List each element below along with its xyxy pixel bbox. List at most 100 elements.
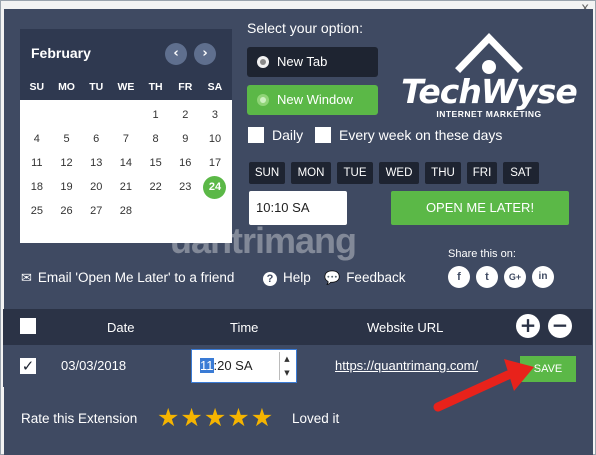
calendar-next-button[interactable]: › xyxy=(194,43,216,65)
calendar-day[interactable]: 3 xyxy=(200,103,230,127)
radio-icon[interactable] xyxy=(257,94,269,106)
help-link[interactable]: ? Help xyxy=(263,270,311,286)
calendar-day[interactable]: 15 xyxy=(141,151,171,175)
calendar-day-number: 3 xyxy=(211,109,219,121)
calendar-day-number: 28 xyxy=(119,205,133,217)
star-icon[interactable]: ★ xyxy=(180,404,202,432)
calendar-day[interactable]: 11 xyxy=(22,151,52,175)
watermark: uantrimang xyxy=(170,220,357,261)
calendar-day[interactable]: 9 xyxy=(170,127,200,151)
google-plus-icon[interactable]: G+ xyxy=(504,266,526,288)
time-spinner[interactable]: ▲ ▼ xyxy=(279,352,294,380)
select-all-checkbox[interactable] xyxy=(20,318,36,334)
calendar-day[interactable]: 25 xyxy=(22,199,52,223)
techwyse-logo: TechWyse INTERNET MARKETING xyxy=(400,28,578,119)
red-arrow-icon xyxy=(433,359,534,412)
calendar-weekday: SA xyxy=(207,81,223,93)
calendar-day[interactable]: 10 xyxy=(200,127,230,151)
calendar-day-number: 16 xyxy=(179,157,192,169)
remove-row-icon[interactable]: − xyxy=(548,314,572,338)
daily-checkbox[interactable] xyxy=(248,127,264,143)
calendar-day[interactable]: 16 xyxy=(170,151,200,175)
calendar-day[interactable]: 6 xyxy=(81,127,111,151)
linkedin-icon[interactable]: in xyxy=(532,266,554,288)
calendar-day[interactable]: 7 xyxy=(111,127,141,151)
weekday-button-fri[interactable]: FRI xyxy=(467,162,497,184)
calendar-day[interactable]: 26 xyxy=(52,199,82,223)
email-friend-label: Email 'Open Me Later' to a friend xyxy=(37,270,235,285)
calendar-day-number: 4 xyxy=(33,133,40,145)
spinner-up-icon[interactable]: ▲ xyxy=(280,352,294,366)
weekday-button-mon[interactable]: MON xyxy=(291,162,331,184)
calendar-day[interactable]: 2 xyxy=(170,103,200,127)
feedback-link[interactable]: 💬 Feedback xyxy=(324,270,405,286)
calendar-day-number: 5 xyxy=(63,133,70,145)
weekday-button-sun[interactable]: SUN xyxy=(249,162,285,184)
add-row-icon[interactable]: + xyxy=(516,314,540,338)
help-label: Help xyxy=(283,270,311,285)
calendar-day-number: 1 xyxy=(152,109,159,121)
star-icon[interactable]: ★ xyxy=(204,404,226,432)
calendar-days-grid: 1 2 3 4 5 6 7 8 9 10 11 12 13 14 15 16 17 18 19 20 21 22 23 24 2… xyxy=(20,103,232,223)
new-tab-option[interactable]: New Tab xyxy=(247,47,378,77)
spinner-down-icon[interactable]: ▼ xyxy=(280,366,294,380)
calendar-weekday: FR xyxy=(178,81,193,93)
time-hour-selected: 11 xyxy=(200,358,214,373)
calendar-day-number: 14 xyxy=(119,157,133,169)
calendar-day-number: 26 xyxy=(60,205,73,217)
star-icon[interactable]: ★ xyxy=(227,404,249,432)
loved-it-label: Loved it xyxy=(292,411,340,426)
email-friend-link[interactable]: ✉ Email 'Open Me Later' to a friend xyxy=(21,270,234,286)
calendar-day[interactable]: 12 xyxy=(52,151,82,175)
calendar-prev-button[interactable]: ‹ xyxy=(165,43,187,65)
calendar-day[interactable]: 20 xyxy=(81,175,111,199)
weekday-button-thu[interactable]: THU xyxy=(425,162,461,184)
time-rest: :20 SA xyxy=(213,358,253,373)
daily-label: Daily xyxy=(272,127,304,143)
calendar-day[interactable]: 14 xyxy=(111,151,141,175)
calendar-day[interactable]: 21 xyxy=(111,175,141,199)
calendar-day-number: 17 xyxy=(208,157,222,169)
row-checkbox[interactable]: ✓ xyxy=(20,358,36,374)
open-me-later-button[interactable]: OPEN ME LATER! xyxy=(391,191,569,225)
weekday-button-sat[interactable]: SAT xyxy=(503,162,539,184)
calendar: February ‹ › SU MO TU WE TH FR SA 1 2 3 4 5 6 7 8 9 10 1… xyxy=(20,29,232,243)
new-tab-label: New Tab xyxy=(277,54,328,69)
calendar-weekday: TU xyxy=(89,81,104,93)
twitter-icon[interactable]: t xyxy=(476,266,498,288)
calendar-day[interactable]: 13 xyxy=(81,151,111,175)
calendar-day[interactable]: 8 xyxy=(141,127,171,151)
calendar-weekday-row: SU MO TU WE TH FR SA xyxy=(20,75,232,100)
star-icon[interactable]: ★ xyxy=(251,404,273,432)
calendar-day[interactable]: 1 xyxy=(141,103,171,127)
radio-icon[interactable] xyxy=(257,56,269,68)
weekday-button-wed[interactable]: WED xyxy=(379,162,419,184)
rate-extension-label: Rate this Extension xyxy=(21,411,138,426)
calendar-day-number: 8 xyxy=(152,133,159,145)
daily-checkbox-row[interactable]: Daily xyxy=(248,127,303,143)
logo-wordmark: TechWyse xyxy=(401,72,578,111)
facebook-icon[interactable]: f xyxy=(448,266,470,288)
rating-stars[interactable]: ★ ★ ★ ★ ★ xyxy=(157,404,274,432)
calendar-day[interactable]: 28 xyxy=(111,199,141,223)
every-week-checkbox-row[interactable]: Every week on these days xyxy=(315,127,502,143)
calendar-day[interactable]: 24 xyxy=(200,175,230,199)
star-icon[interactable]: ★ xyxy=(157,404,179,432)
calendar-day-number: 19 xyxy=(60,181,73,193)
calendar-day-number: 11 xyxy=(31,157,43,169)
calendar-day-number: 24 xyxy=(203,176,227,199)
calendar-day[interactable]: 18 xyxy=(22,175,52,199)
calendar-day[interactable]: 5 xyxy=(52,127,82,151)
row-time-input[interactable]: 11:20 SA ▲ ▼ xyxy=(191,349,297,383)
calendar-day[interactable]: 17 xyxy=(200,151,230,175)
calendar-day[interactable]: 23 xyxy=(170,175,200,199)
calendar-day[interactable]: 4 xyxy=(22,127,52,151)
calendar-day[interactable]: 27 xyxy=(81,199,111,223)
feedback-label: Feedback xyxy=(346,270,406,285)
every-week-checkbox[interactable] xyxy=(315,127,331,143)
weekday-button-tue[interactable]: TUE xyxy=(337,162,373,184)
date-header: Date xyxy=(107,320,135,335)
new-window-option[interactable]: New Window xyxy=(247,85,378,115)
calendar-day[interactable]: 22 xyxy=(141,175,171,199)
calendar-day[interactable]: 19 xyxy=(52,175,82,199)
